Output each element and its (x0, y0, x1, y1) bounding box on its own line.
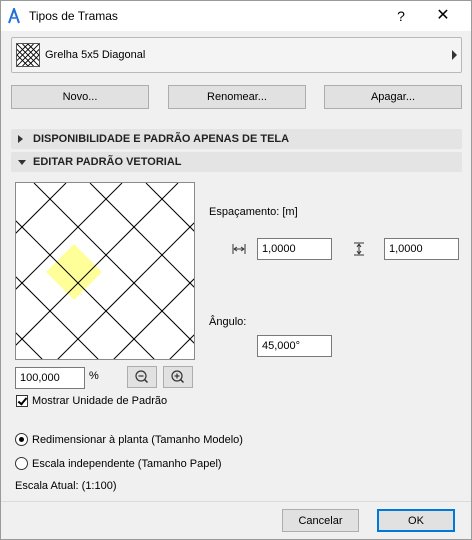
zoom-input[interactable]: 100,000 (15, 367, 85, 389)
cancel-button[interactable]: Cancelar (282, 509, 359, 532)
current-scale-text: Escala Atual: (1:100) (15, 480, 117, 492)
scale-model-label: Redimensionar à planta (Tamanho Modelo) (32, 434, 243, 446)
pattern-unit-cell (46, 244, 102, 300)
scale-model-radio[interactable] (15, 433, 28, 446)
pattern-swatch-icon (16, 43, 40, 67)
zoom-in-icon (171, 370, 185, 384)
angle-label: Ângulo: (209, 316, 247, 328)
section-availability-label: DISPONIBILIDADE E PADRÃO APENAS DE TELA (33, 133, 290, 145)
spacing-label: Espaçamento: [m] (209, 206, 298, 218)
vertical-spacing-input[interactable]: 1,0000 (384, 238, 459, 260)
ok-button[interactable]: OK (377, 509, 455, 532)
zoom-unit: % (89, 370, 99, 382)
show-unit-checkbox[interactable] (16, 395, 28, 407)
archicad-icon (8, 8, 20, 24)
horizontal-spacing-icon (232, 244, 246, 254)
zoom-in-button[interactable] (163, 366, 193, 388)
section-edit-vector-label: EDITAR PADRÃO VETORIAL (33, 156, 182, 168)
new-button[interactable]: Novo... (11, 85, 149, 109)
pattern-selector[interactable]: Grelha 5x5 Diagonal (11, 37, 462, 73)
pattern-preview-canvas (16, 183, 194, 359)
angle-input[interactable]: 45,000° (257, 335, 332, 357)
delete-button[interactable]: Apagar... (324, 85, 462, 109)
show-unit-label: Mostrar Unidade de Padrão (32, 395, 168, 407)
dialog-window: Tipos de Tramas ? ✕ Grelha 5x5 Diagonal … (0, 0, 472, 540)
window-title: Tipos de Tramas (29, 9, 118, 23)
pattern-name: Grelha 5x5 Diagonal (45, 49, 146, 61)
scale-paper-radio[interactable] (15, 457, 28, 470)
zoom-out-button[interactable] (127, 366, 157, 388)
rename-button[interactable]: Renomear... (168, 85, 306, 109)
title-bar: Tipos de Tramas ? ✕ (1, 1, 471, 31)
section-edit-vector[interactable]: EDITAR PADRÃO VETORIAL (11, 152, 462, 172)
chevron-right-icon (18, 135, 23, 143)
vertical-spacing-icon (354, 242, 364, 256)
chevron-down-icon (18, 160, 26, 165)
zoom-out-icon (135, 370, 149, 384)
chevron-right-icon (452, 50, 457, 60)
close-button[interactable]: ✕ (423, 4, 463, 28)
section-availability[interactable]: DISPONIBILIDADE E PADRÃO APENAS DE TELA (11, 129, 462, 149)
help-button[interactable]: ? (381, 4, 421, 28)
horizontal-spacing-input[interactable]: 1,0000 (257, 238, 332, 260)
footer-divider (1, 501, 471, 502)
pattern-preview[interactable] (15, 182, 195, 360)
scale-paper-label: Escala independente (Tamanho Papel) (32, 458, 222, 470)
